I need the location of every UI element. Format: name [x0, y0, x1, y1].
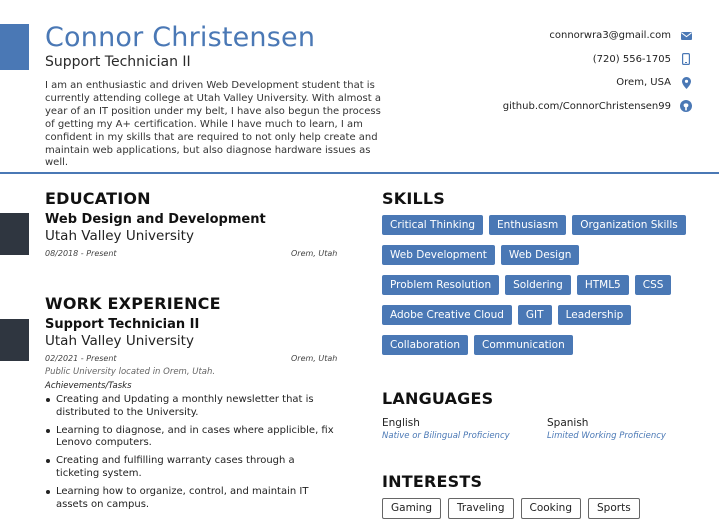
skill-tag: Organization Skills	[572, 215, 686, 235]
skill-tag: Problem Resolution	[382, 275, 500, 295]
skill-tag: Critical Thinking	[382, 215, 484, 235]
skill-tag: Collaboration	[382, 335, 468, 355]
contact-github-text: github.com/ConnorChristensen99	[502, 100, 671, 112]
education-heading: EDUCATION	[45, 189, 151, 208]
interests-list: Gaming Traveling Cooking Sports	[382, 498, 640, 519]
resume-name: Connor Christensen	[45, 22, 316, 53]
language-name: Spanish	[547, 417, 589, 429]
contact-email-text: connorwra3@gmail.com	[549, 30, 671, 42]
resume-title: Support Technician II	[45, 54, 191, 70]
list-item: Learning how to organize, control, and m…	[45, 486, 335, 512]
work-dates: 02/2021 - Present	[45, 354, 117, 363]
education-accent-bar	[0, 213, 29, 255]
education-location: Orem, Utah	[291, 249, 338, 258]
work-location: Orem, Utah	[291, 354, 338, 363]
language-level: Limited Working Proficiency	[547, 431, 666, 441]
skill-tag: Communication	[473, 335, 573, 355]
languages-heading: LANGUAGES	[382, 389, 494, 408]
contact-github[interactable]: github.com/ConnorChristensen99	[503, 95, 693, 119]
phone-icon	[679, 53, 693, 66]
bullet-icon	[46, 459, 50, 464]
contact-email[interactable]: connorwra3@gmail.com	[503, 24, 693, 48]
skill-tag: Enthusiasm	[489, 215, 567, 235]
skills-heading: SKILLS	[382, 189, 445, 208]
skill-tag: Soldering	[505, 275, 571, 295]
task-text: Creating and Updating a monthly newslett…	[56, 394, 314, 418]
skill-tag: Leadership	[557, 305, 632, 325]
work-position: Support Technician II	[45, 317, 200, 332]
language-name: English	[382, 417, 420, 429]
work-company: Utah Valley University	[45, 333, 194, 349]
contact-phone-text: (720) 556-1705	[592, 53, 671, 65]
bullet-icon	[46, 489, 50, 494]
work-accent-bar	[0, 319, 29, 361]
task-text: Creating and fulfilling warranty cases t…	[56, 455, 295, 479]
interest-tag: Sports	[588, 498, 640, 519]
location-icon	[679, 76, 693, 89]
work-heading: WORK EXPERIENCE	[45, 294, 221, 313]
education-dates: 08/2018 - Present	[45, 249, 117, 258]
header-divider	[0, 172, 719, 174]
bullet-icon	[46, 428, 50, 433]
list-item: Learning to diagnose, and in cases where…	[45, 425, 335, 451]
work-task-list: Creating and Updating a monthly newslett…	[45, 394, 335, 516]
contact-info: connorwra3@gmail.com (720) 556-1705 Orem…	[503, 24, 693, 118]
task-text: Learning to diagnose, and in cases where…	[56, 424, 334, 449]
skill-tag: Web Development	[382, 245, 495, 265]
skills-list: Critical Thinking Enthusiasm Organizatio…	[382, 215, 692, 355]
work-tasks-label: Achievements/Tasks	[45, 381, 132, 391]
interest-tag: Cooking	[520, 498, 581, 519]
contact-phone[interactable]: (720) 556-1705	[503, 48, 693, 72]
skill-tag: HTML5	[576, 275, 629, 295]
interest-tag: Gaming	[382, 498, 442, 519]
skill-tag: CSS	[634, 275, 672, 295]
skill-tag: Adobe Creative Cloud	[382, 305, 512, 325]
list-item: Creating and Updating a monthly newslett…	[45, 394, 335, 420]
bullet-icon	[46, 398, 50, 402]
email-icon	[679, 31, 693, 40]
education-school: Utah Valley University	[45, 228, 194, 244]
header-accent-bar	[0, 24, 29, 70]
interests-heading: INTERESTS	[382, 472, 483, 491]
language-level: Native or Bilingual Proficiency	[382, 431, 510, 441]
task-text: Learning how to organize, control, and m…	[56, 485, 309, 510]
education-degree: Web Design and Development	[45, 212, 266, 227]
list-item: Creating and fulfilling warranty cases t…	[45, 455, 335, 481]
skill-tag: GIT	[517, 305, 552, 325]
contact-location: Orem, USA	[503, 71, 693, 95]
resume-summary: I am an enthusiastic and driven Web Deve…	[45, 80, 381, 169]
interest-tag: Traveling	[448, 498, 514, 519]
github-icon	[679, 100, 693, 113]
skill-tag: Web Design	[500, 245, 580, 265]
work-note: Public University located in Orem, Utah.	[45, 367, 216, 377]
contact-location-text: Orem, USA	[616, 77, 671, 89]
